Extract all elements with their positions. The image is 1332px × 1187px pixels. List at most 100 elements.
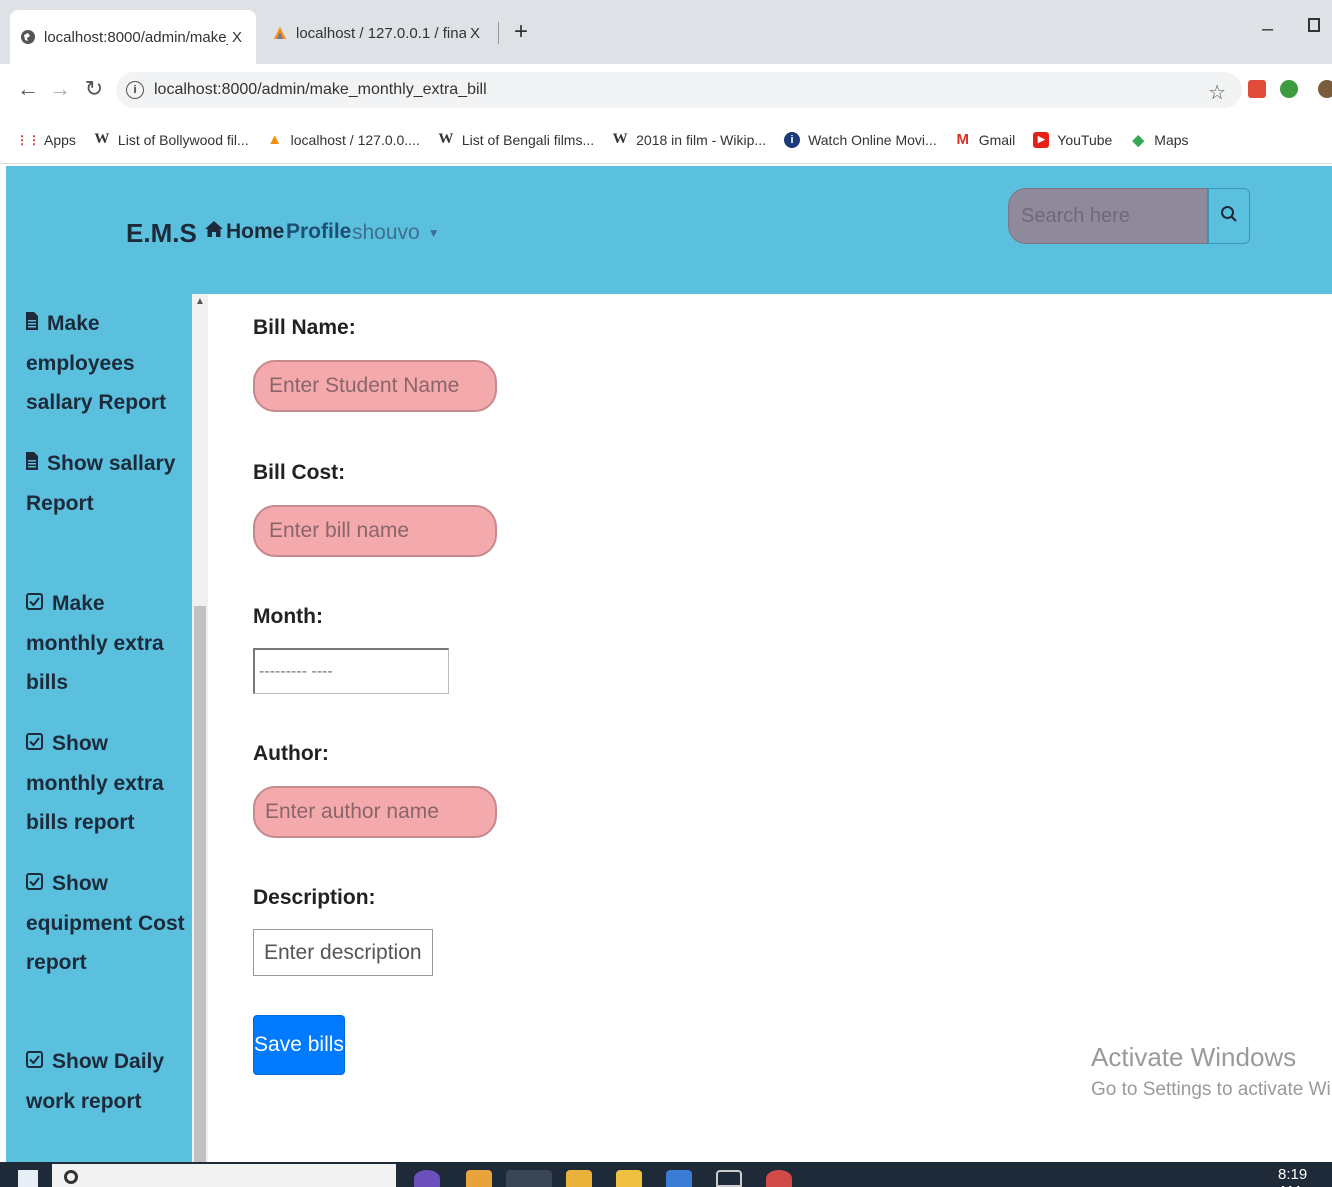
sidebar-item-show-equipment-cost[interactable]: Show equipment Cost report xyxy=(26,864,186,982)
taskbar-app-icon[interactable] xyxy=(716,1170,742,1187)
bookmark-star-icon[interactable]: ☆ xyxy=(1208,80,1226,105)
search-input[interactable] xyxy=(1008,188,1208,244)
top-navbar: E.M.S Home Profile shouvo ▼ xyxy=(6,166,1332,294)
bill-name-label: Bill Name: xyxy=(253,316,356,339)
file-icon xyxy=(26,312,43,334)
watermark-subtitle: Go to Settings to activate Windows. xyxy=(1091,1079,1332,1100)
caret-down-icon: ▼ xyxy=(427,226,440,240)
bookmark-label: Gmail xyxy=(978,131,1016,148)
user-name: shouvo xyxy=(352,221,420,244)
month-label: Month: xyxy=(253,605,323,628)
brand-logo[interactable]: E.M.S xyxy=(126,218,197,249)
bill-cost-input[interactable] xyxy=(253,505,497,557)
forward-arrow-icon[interactable]: → xyxy=(48,76,72,102)
extension-icon[interactable] xyxy=(1248,80,1266,98)
taskbar-chrome-icon[interactable] xyxy=(506,1170,552,1187)
author-label: Author: xyxy=(253,742,329,765)
phpmyadmin-icon xyxy=(272,25,288,41)
bookmark-2018-film[interactable]: W 2018 in film - Wikip... xyxy=(612,131,766,148)
taskbar-app-icon[interactable] xyxy=(466,1170,492,1187)
author-input[interactable] xyxy=(253,786,497,838)
sidebar-item-show-daily-work[interactable]: Show Daily work report xyxy=(26,1042,186,1121)
taskbar-app-icon[interactable] xyxy=(566,1170,592,1187)
windows-taskbar: 8:19 AM xyxy=(0,1162,1332,1187)
bill-name-input[interactable] xyxy=(253,360,497,412)
checkbox-icon xyxy=(26,873,48,894)
window-restore-button[interactable] xyxy=(1308,18,1320,32)
web-page: E.M.S Home Profile shouvo ▼ Make employe… xyxy=(6,166,1332,1162)
nav-profile-link[interactable]: Profile xyxy=(286,220,351,244)
profile-avatar[interactable] xyxy=(1318,80,1332,98)
bookmark-bengali-films[interactable]: W List of Bengali films... xyxy=(438,131,595,148)
taskbar-app-icon[interactable] xyxy=(666,1170,692,1187)
windows-start-icon[interactable] xyxy=(18,1170,38,1187)
search-icon xyxy=(1220,205,1238,228)
search-icon xyxy=(64,1170,78,1184)
bookmark-label: Maps xyxy=(1154,131,1189,148)
url-omnibox[interactable]: i localhost:8000/admin/make_monthly_extr… xyxy=(116,72,1242,108)
checkbox-icon xyxy=(26,733,48,754)
description-label: Description: xyxy=(253,886,376,909)
bookmark-label: YouTube xyxy=(1057,131,1113,148)
bookmark-bollywood[interactable]: W List of Bollywood fil... xyxy=(94,131,248,148)
youtube-icon: ▶ xyxy=(1033,131,1050,148)
bookmark-label: List of Bengali films... xyxy=(461,131,595,148)
back-arrow-icon[interactable]: ← xyxy=(16,76,40,102)
extension-icon[interactable] xyxy=(1280,80,1298,98)
window-minimize-button[interactable]: – xyxy=(1262,18,1273,41)
site-info-icon[interactable]: i xyxy=(126,81,144,99)
scroll-up-arrow-icon[interactable]: ▲ xyxy=(195,296,205,307)
watermark-title: Activate Windows xyxy=(1091,1042,1297,1072)
apps-grid-icon: ⋮⋮ xyxy=(16,132,40,147)
bill-cost-label: Bill Cost: xyxy=(253,461,346,484)
folder-icon[interactable] xyxy=(616,1170,642,1187)
bookmark-maps[interactable]: ◆ Maps xyxy=(1130,131,1189,149)
browser-tab-strip: localhost:8000/admin/make_mo X localhost… xyxy=(0,0,1332,64)
bookmarks-bar: ⋮⋮ Apps W List of Bollywood fil... ▲ loc… xyxy=(0,116,1332,164)
sidebar-scrollbar[interactable]: ▲ xyxy=(192,294,208,1162)
nav-home-link[interactable]: Home xyxy=(204,220,284,244)
sidebar-item-show-monthly-extra-bills[interactable]: Show monthly extra bills report xyxy=(26,724,186,842)
sidebar-item-label: Make employees sallary Report xyxy=(26,312,167,414)
tab-title: localhost / 127.0.0.1 / final_proje xyxy=(296,24,466,42)
search-button[interactable] xyxy=(1208,188,1250,244)
reload-icon[interactable]: ↻ xyxy=(82,76,106,102)
tab-title: localhost:8000/admin/make_mo xyxy=(44,28,228,46)
month-input[interactable] xyxy=(253,648,449,694)
gmail-icon: M xyxy=(956,131,969,148)
home-icon xyxy=(204,220,224,244)
url-text: localhost:8000/admin/make_monthly_extra_… xyxy=(154,81,487,98)
sidebar-item-make-monthly-extra-bills[interactable]: Make monthly extra bills xyxy=(26,584,186,702)
taskbar-search-box[interactable] xyxy=(52,1164,396,1187)
browser-tab-active[interactable]: localhost:8000/admin/make_mo X xyxy=(10,10,256,64)
bookmark-gmail[interactable]: M Gmail xyxy=(955,131,1016,148)
description-input[interactable] xyxy=(253,929,433,976)
navbar-search xyxy=(1008,188,1250,244)
bookmark-watch-online[interactable]: i Watch Online Movi... xyxy=(784,131,937,148)
sidebar-item-make-salary-report[interactable]: Make employees sallary Report xyxy=(26,304,186,422)
user-dropdown[interactable]: shouvo ▼ xyxy=(352,221,440,245)
bookmark-apps[interactable]: ⋮⋮ Apps xyxy=(16,131,76,148)
maps-icon: ◆ xyxy=(1132,131,1145,149)
tab-close-icon[interactable]: X xyxy=(228,29,246,46)
sidebar-item-label: Show equipment Cost report xyxy=(26,872,185,974)
checkbox-icon xyxy=(26,593,48,614)
bookmark-label: Apps xyxy=(44,131,76,148)
bookmark-label: Watch Online Movi... xyxy=(808,131,937,148)
new-tab-button[interactable]: + xyxy=(508,18,534,46)
taskbar-app-icon[interactable] xyxy=(414,1170,440,1187)
sidebar-item-label: Show sallary Report xyxy=(26,452,176,515)
globe-icon xyxy=(20,29,36,45)
tab-separator xyxy=(498,22,499,44)
browser-tab-phpmyadmin[interactable]: localhost / 127.0.0.1 / final_proje X xyxy=(262,10,494,56)
tab-close-icon[interactable]: X xyxy=(466,25,484,42)
bookmark-localhost[interactable]: ▲ localhost / 127.0.0.... xyxy=(267,131,420,148)
wikipedia-icon: W xyxy=(438,131,454,147)
bookmark-youtube[interactable]: ▶ YouTube xyxy=(1033,131,1113,148)
taskbar-clock[interactable]: 8:19 AM xyxy=(1278,1166,1332,1187)
wikipedia-icon: W xyxy=(612,131,628,147)
save-bills-button[interactable]: Save bills xyxy=(253,1015,345,1075)
sidebar-item-show-salary-report[interactable]: Show sallary Report xyxy=(26,444,186,523)
scrollbar-thumb[interactable] xyxy=(194,606,206,1162)
taskbar-app-icon[interactable] xyxy=(766,1170,792,1187)
